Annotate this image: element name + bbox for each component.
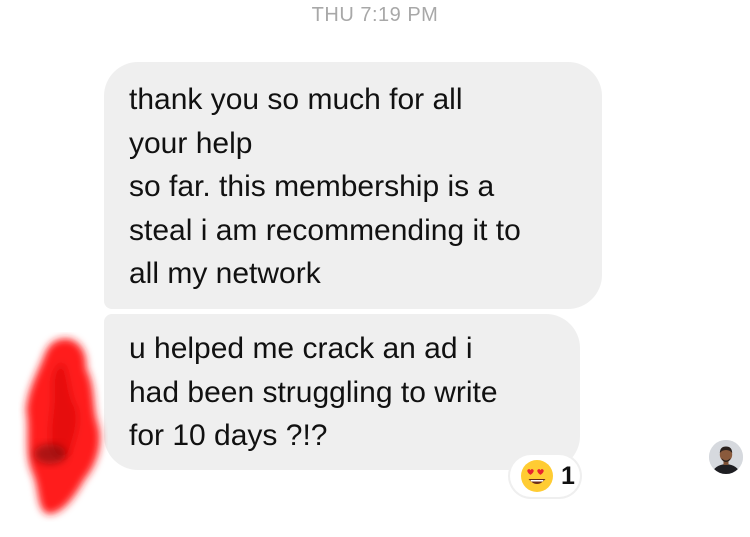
reaction-count: 1 [561, 462, 575, 490]
avatar[interactable] [709, 440, 743, 474]
message-bubble[interactable]: u helped me crack an ad i had been strug… [104, 314, 580, 470]
message-line: for 10 days ?!? [129, 419, 328, 452]
message-line: your help [129, 126, 253, 160]
message-line: had been struggling to write [129, 375, 498, 409]
message-line: u helped me crack an ad i [129, 332, 473, 365]
message-line: thank you so much for all [129, 83, 463, 116]
message-line: all my network [129, 257, 321, 290]
message-bubble[interactable]: thank you so much for all your help so f… [104, 62, 602, 309]
heart-eyes-emoji-icon [521, 460, 553, 492]
message-line: steal i am recommending it to [129, 213, 521, 247]
user-avatar-icon [709, 440, 743, 474]
message-timestamp: THU 7:19 PM [311, 4, 439, 26]
reaction-badge[interactable]: 1 [510, 455, 580, 497]
message-line: so far. this membership is a [129, 170, 495, 203]
redacted-avatar [26, 338, 101, 514]
